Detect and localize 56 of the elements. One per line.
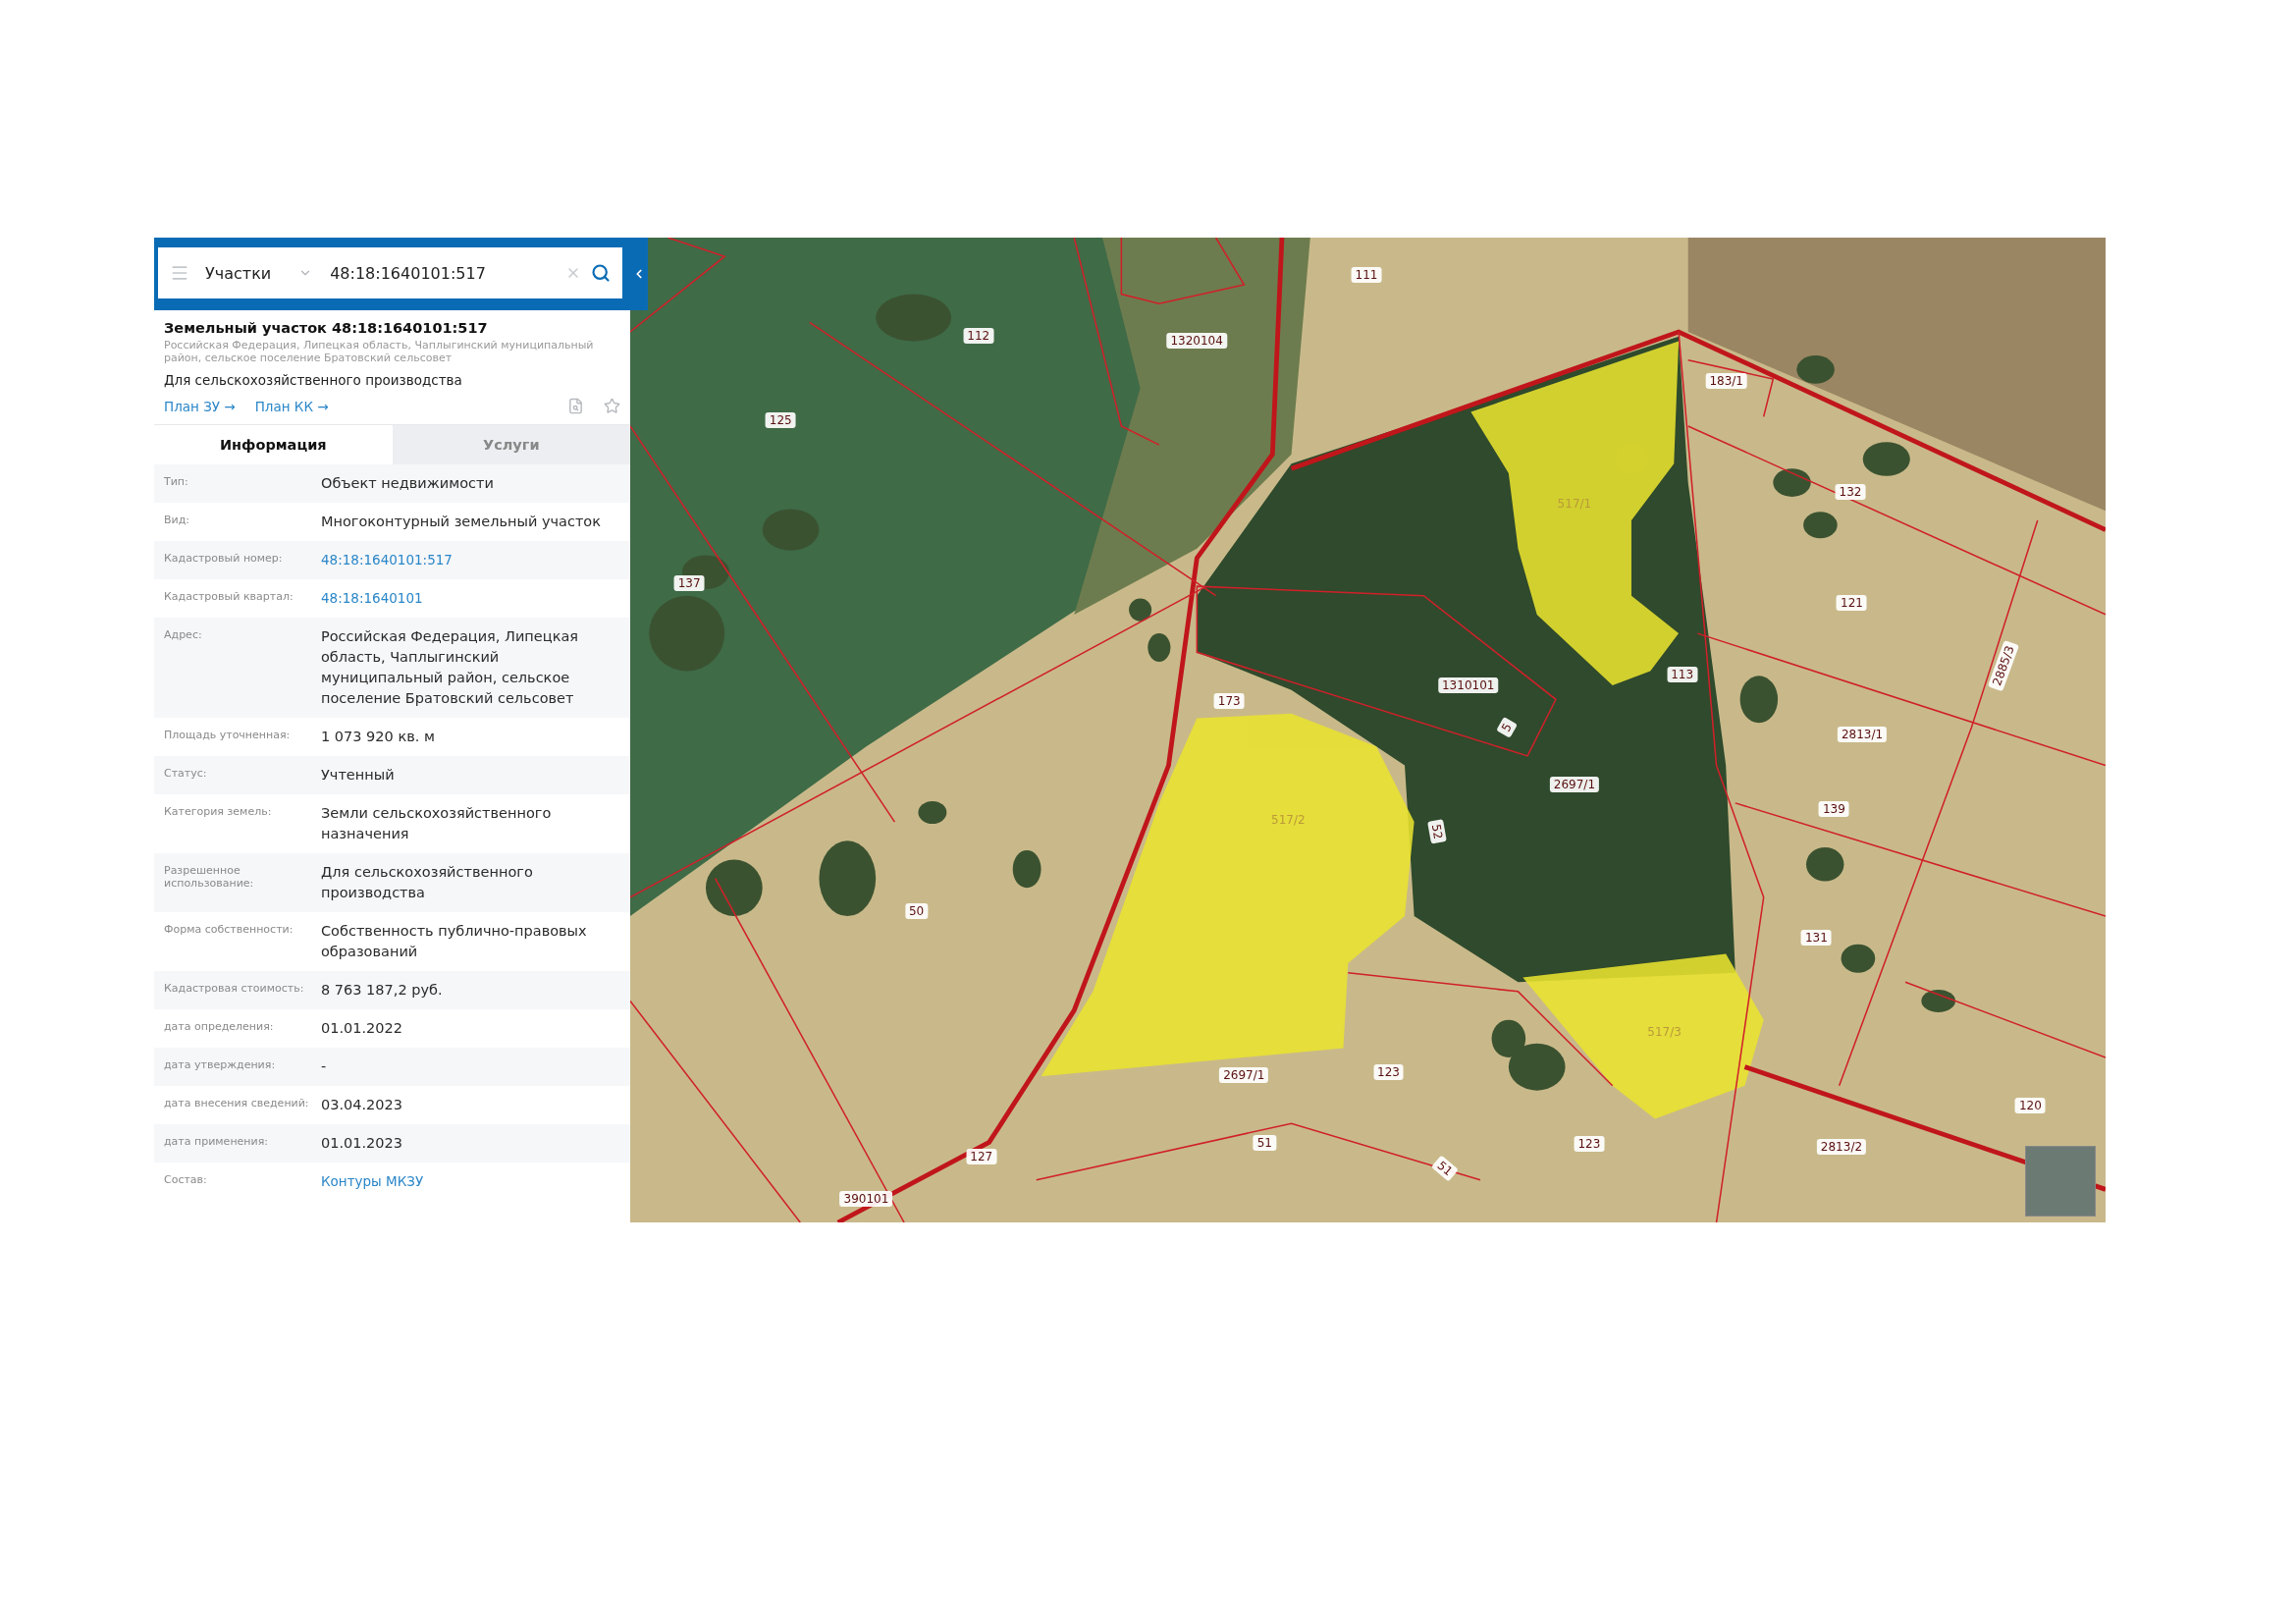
object-title: Земельный участок 48:18:1640101:517 (164, 320, 489, 336)
parcel-number-label[interactable]: 50 (904, 903, 929, 920)
object-purpose: Для сельскохозяйственного производства (164, 372, 463, 389)
property-value: 01.01.2022 (321, 1019, 404, 1039)
parcel-number-label[interactable]: 112 (963, 328, 994, 345)
parcel-number-label[interactable]: 1320104 (1166, 333, 1227, 350)
property-link[interactable]: 48:18:1640101 (321, 590, 423, 607)
property-link[interactable]: Контуры МКЗУ (321, 1173, 424, 1190)
property-value: Многоконтурный земельный участок (321, 513, 602, 532)
parcel-number-label[interactable]: 113 (1667, 667, 1698, 683)
parcel-number-label[interactable]: 137 (673, 575, 705, 592)
object-address: Российская Федерация, Липецкая область, Чаплыгинский муниципальный район, сельское поселение Братовский сельсовет (164, 340, 595, 365)
document-search-icon[interactable] (567, 398, 584, 415)
property-value: 1 073 920 кв. м (321, 728, 436, 747)
property-label: дата внесения сведений: (164, 1096, 310, 1110)
property-value: 8 763 187,2 руб. (321, 981, 444, 1001)
minimap-thumbnail[interactable] (2025, 1146, 2096, 1217)
property-value: Российская Федерация, Липецкая область, Чаплыгинский муниципальный район, сельское поселение Братовский сельсовет (321, 627, 579, 709)
parcel-number-label[interactable]: 183/1 (1705, 373, 1747, 390)
property-label: Категория земель: (164, 804, 273, 819)
property-label: Адрес: (164, 627, 203, 642)
property-value: Земли сельскохозяйственного назначения (321, 804, 553, 844)
property-label: Площадь уточненная: (164, 728, 292, 742)
property-value: Собственность публично-правовых образований (321, 922, 588, 962)
property-label: Статус: (164, 766, 208, 781)
property-label: Вид: (164, 513, 190, 527)
property-label: дата применения: (164, 1134, 269, 1149)
parcel-number-label[interactable]: 121 (1837, 595, 1867, 612)
property-value: 03.04.2023 (321, 1096, 404, 1115)
property-link[interactable]: 48:18:1640101:517 (321, 552, 453, 568)
property-label: Кадастровый номер: (164, 551, 284, 566)
parcel-number-label[interactable]: 131 (1800, 930, 1832, 947)
menu-icon[interactable] (170, 263, 189, 283)
search-icon[interactable] (591, 263, 611, 283)
parcel-number-label[interactable]: 173 (1213, 693, 1245, 710)
plan-link[interactable]: План КК → (254, 398, 329, 414)
property-label: дата утверждения: (164, 1057, 277, 1072)
property-value: - (321, 1057, 328, 1077)
property-label: Тип: (164, 474, 189, 489)
star-icon[interactable] (604, 398, 620, 415)
property-label: Кадастровый квартал: (164, 589, 294, 604)
property-label: Форма собственности: (164, 922, 294, 937)
property-value: 01.01.2023 (321, 1134, 404, 1154)
property-label: дата определения: (164, 1019, 275, 1034)
property-label: Разрешенное использование: (164, 863, 255, 891)
property-label: Кадастровая стоимость: (164, 981, 305, 996)
parcel-number-label[interactable]: 1310101 (1438, 677, 1499, 694)
property-value: Для сельскохозяйственного производства (321, 863, 534, 903)
property-label: Состав: (164, 1172, 208, 1187)
property-value: Учтенный (321, 766, 396, 785)
property-value: Объект недвижимости (321, 474, 495, 494)
plan-link[interactable]: План ЗУ → (164, 398, 236, 414)
parcel-number-label[interactable]: 111 (1351, 267, 1382, 284)
layer-dropdown[interactable]: Участки (199, 263, 319, 283)
collapse-panel-button[interactable] (630, 238, 648, 310)
search-field[interactable]: 48:18:1640101:517 (328, 262, 556, 284)
